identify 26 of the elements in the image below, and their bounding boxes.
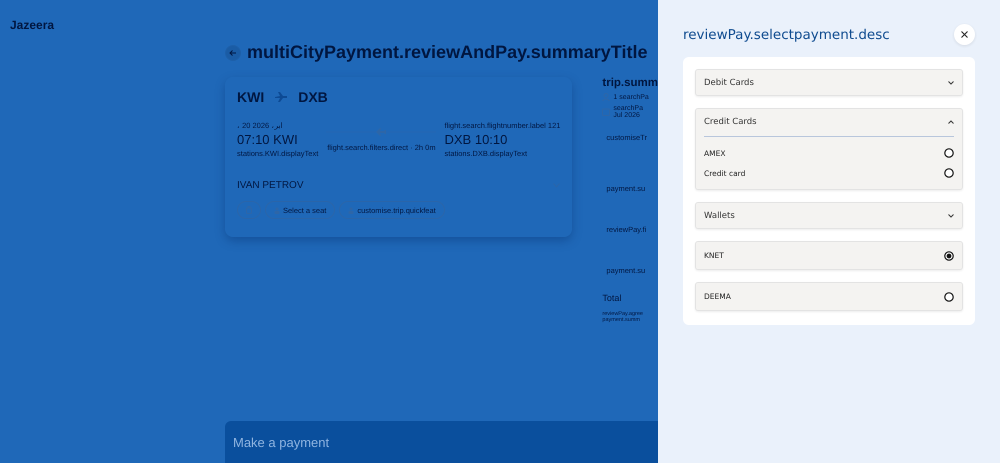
radio-button[interactable] [944,292,954,302]
radio-button[interactable] [944,168,954,178]
chevron-down-icon [948,80,954,84]
summary-title: trip.summ [602,77,658,89]
destination-code: DXB [298,89,328,105]
passenger-name: IVAN PETROV [237,180,304,191]
arrow-left-icon [229,48,237,56]
close-icon [961,31,968,38]
radio-button[interactable] [944,148,954,158]
plane-icon [274,91,288,103]
back-button[interactable] [225,44,241,60]
close-button[interactable] [954,24,975,45]
arrival-time: DXB 10:10 [444,132,508,147]
accordion-header[interactable]: Debit Cards [696,70,962,95]
origin-code: KWI [237,89,264,105]
page-title: multiCityPayment.reviewAndPay.summaryTitle [247,42,648,63]
logo: Jazeera [10,18,54,32]
chevron-down-icon [948,214,954,218]
drawer-title: reviewPay.selectpayment.desc [683,26,890,42]
chevron-up-icon [948,120,954,124]
total-label: Total [602,293,622,303]
accordion-header[interactable]: Credit Cards [696,109,962,134]
accordion-header[interactable]: Wallets [696,203,962,228]
departure-time: 07:10 KWI [237,132,299,147]
payment-bar-title: Make a payment [233,434,330,450]
radio-button[interactable] [944,250,954,260]
